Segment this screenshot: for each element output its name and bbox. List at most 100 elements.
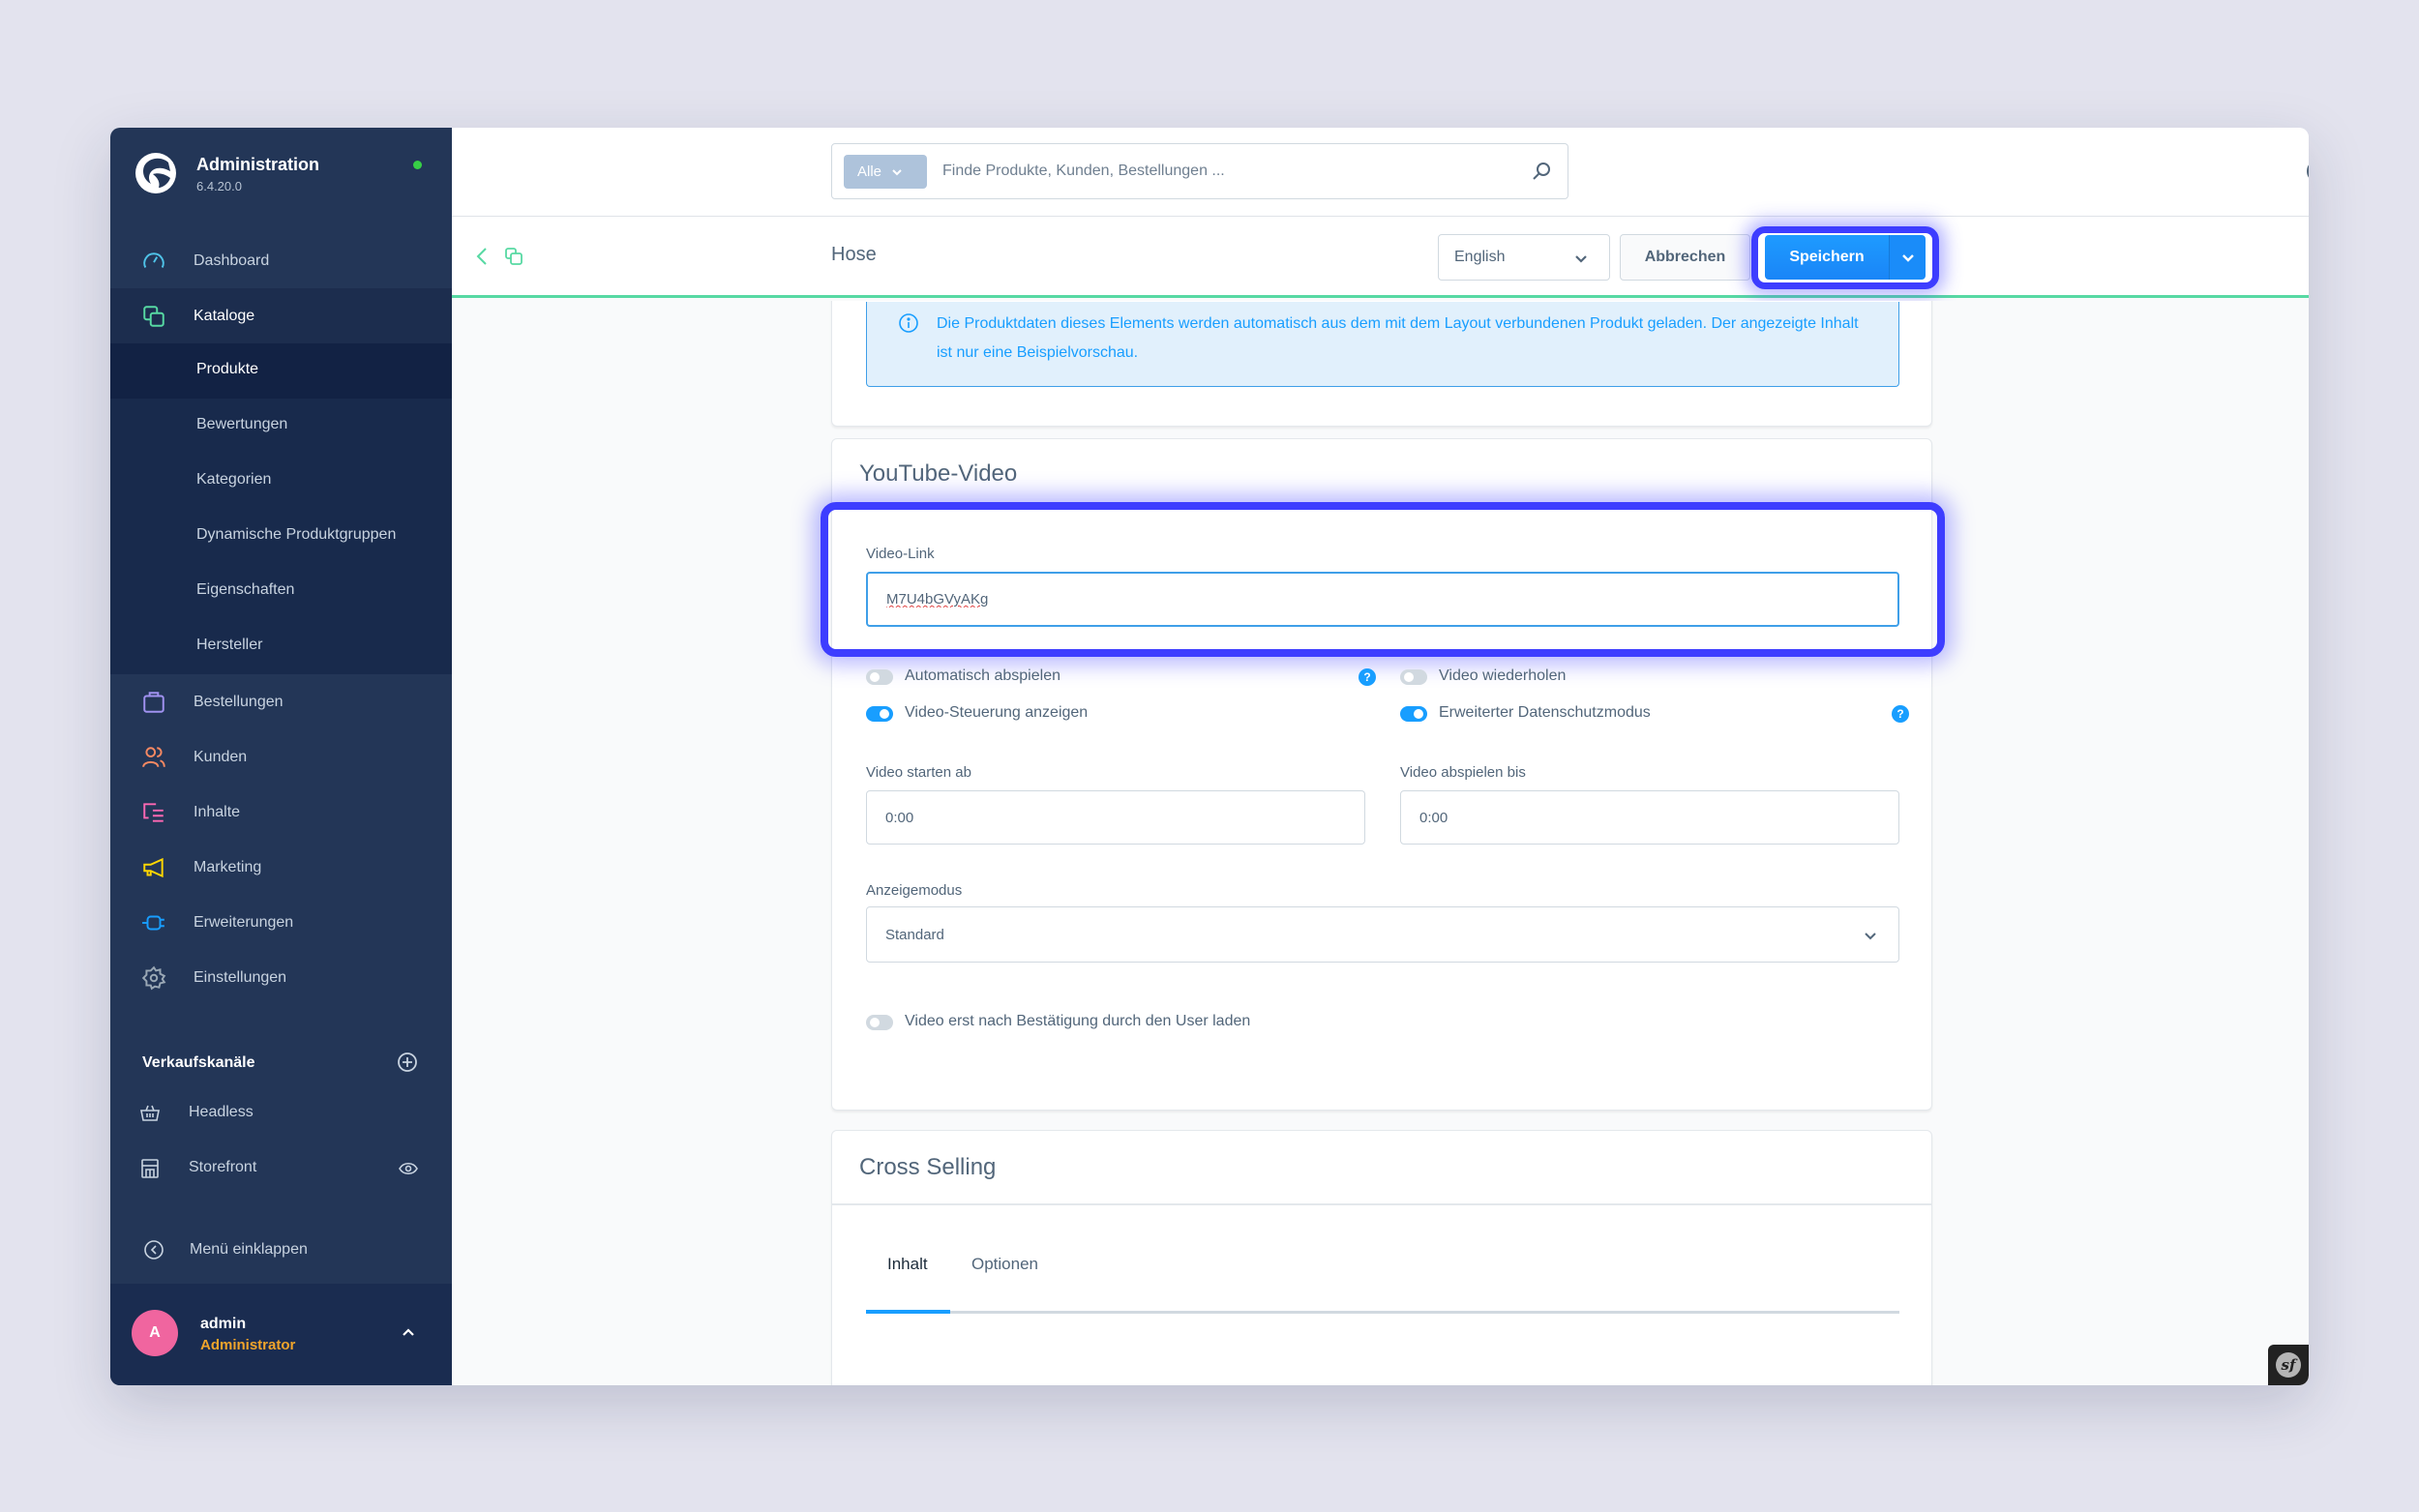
sidebar-subitem-label: Hersteller xyxy=(196,637,263,653)
loop-switch[interactable] xyxy=(1400,669,1427,685)
sidebar-subitem-eigenschaften[interactable]: Eigenschaften xyxy=(110,564,452,619)
content-area[interactable]: Die Produktdaten dieses Elements werden … xyxy=(452,301,2309,1385)
language-value: English xyxy=(1454,249,1506,265)
divider xyxy=(832,1203,1931,1205)
show-controls-label: Video-Steuerung anzeigen xyxy=(905,704,1089,721)
avatar: A xyxy=(132,1310,178,1356)
display-mode-label: Anzeigemodus xyxy=(866,882,963,899)
sidebar-subitem-dynamische-produktgruppen[interactable]: Dynamische Produktgruppen xyxy=(110,509,452,564)
collapse-menu-button[interactable]: Menü einklappen xyxy=(110,1230,452,1269)
sidebar-item-einstellungen[interactable]: Einstellungen xyxy=(110,950,452,1005)
shopware-logo-icon[interactable] xyxy=(134,151,178,195)
sales-channel-storefront[interactable]: Storefront xyxy=(110,1145,452,1194)
card-title: Cross Selling xyxy=(859,1154,997,1180)
sidebar-item-marketing[interactable]: Marketing xyxy=(110,840,452,895)
end-label: Video abspielen bis xyxy=(1400,764,1526,781)
sidebar-item-kunden[interactable]: Kunden xyxy=(110,729,452,785)
end-time-input[interactable] xyxy=(1400,790,1899,845)
sidebar-item-label: Marketing xyxy=(194,858,262,875)
chevron-up-icon[interactable] xyxy=(401,1324,416,1340)
app-version: 6.4.20.0 xyxy=(196,179,242,193)
info-icon xyxy=(899,313,918,333)
sidebar-subitem-bewertungen[interactable]: Bewertungen xyxy=(110,399,452,454)
sidebar-item-label: Einstellungen xyxy=(194,968,287,986)
status-indicator xyxy=(413,161,422,169)
user-menu[interactable]: A admin Administrator xyxy=(110,1284,452,1385)
shopping-bag-icon xyxy=(143,691,164,713)
catalog-icon xyxy=(143,305,164,327)
tab-track xyxy=(866,1311,1899,1314)
confirm-load-label: Video erst nach Bestätigung durch den Us… xyxy=(905,1013,1251,1029)
search-type-select[interactable]: Alle xyxy=(844,155,927,189)
sidebar-item-erweiterungen[interactable]: Erweiterungen xyxy=(110,895,452,950)
megaphone-icon xyxy=(143,857,164,877)
save-options-button[interactable] xyxy=(1889,235,1926,280)
sidebar-subitem-label: Dynamische Produktgruppen xyxy=(196,526,397,543)
search-type-label: Alle xyxy=(857,163,882,180)
user-name: admin xyxy=(200,1316,247,1332)
help-icon[interactable]: ? xyxy=(1359,668,1376,686)
display-mode-select[interactable]: Standard xyxy=(866,906,1899,963)
save-button[interactable]: Speichern xyxy=(1765,235,1889,280)
page-title: Hose xyxy=(831,244,877,265)
sidebar-subitem-produkte[interactable]: Produkte xyxy=(110,343,452,399)
sidebar-subitem-label: Eigenschaften xyxy=(196,581,295,598)
back-chevron-icon[interactable] xyxy=(475,246,489,267)
sales-channel-headless[interactable]: Headless xyxy=(110,1090,452,1139)
confirm-load-switch[interactable] xyxy=(866,1015,893,1030)
display-mode-value: Standard xyxy=(885,926,944,943)
tab-inhalt[interactable]: Inhalt xyxy=(887,1255,928,1274)
app-title: Administration xyxy=(196,155,320,174)
show-controls-switch[interactable] xyxy=(866,706,893,722)
start-label: Video starten ab xyxy=(866,764,971,781)
symfony-toolbar-button[interactable]: sf xyxy=(2268,1345,2309,1385)
global-search: Alle xyxy=(831,143,1568,199)
gear-icon xyxy=(141,965,166,990)
sales-channel-label: Storefront xyxy=(189,1159,257,1175)
loop-label: Video wiederholen xyxy=(1439,667,1567,684)
user-role: Administrator xyxy=(200,1337,296,1353)
sidebar-header: Administration 6.4.20.0 xyxy=(110,128,452,220)
admin-window: Administration 6.4.20.0 Dashboard Katalo… xyxy=(110,128,2309,1385)
add-sales-channel-icon[interactable] xyxy=(397,1052,418,1073)
sidebar-item-label: Erweiterungen xyxy=(194,913,294,931)
sidebar-item-label: Bestellungen xyxy=(194,693,284,710)
language-select[interactable]: English xyxy=(1438,234,1610,281)
sidebar-item-kataloge[interactable]: Kataloge xyxy=(110,288,452,343)
storefront-icon xyxy=(141,1159,159,1178)
users-icon xyxy=(142,746,165,767)
autoplay-label: Automatisch abspielen xyxy=(905,667,1060,684)
sidebar: Administration 6.4.20.0 Dashboard Katalo… xyxy=(110,128,452,1385)
sidebar-subitem-hersteller[interactable]: Hersteller xyxy=(110,619,452,674)
sidebar-subitem-kategorien[interactable]: Kategorien xyxy=(110,454,452,509)
product-data-card: Die Produktdaten dieses Elements werden … xyxy=(831,301,1932,427)
chevron-down-icon xyxy=(1865,933,1876,940)
chevron-left-circle-icon xyxy=(144,1240,164,1260)
start-time-input[interactable] xyxy=(866,790,1365,845)
cancel-button[interactable]: Abbrechen xyxy=(1620,234,1750,281)
sales-channel-label: Headless xyxy=(189,1104,254,1120)
eye-icon[interactable] xyxy=(399,1161,418,1176)
video-link-label: Video-Link xyxy=(866,546,935,562)
sidebar-subitem-label: Produkte xyxy=(196,361,259,377)
youtube-video-card: YouTube-Video Video-Link Automatisch abs… xyxy=(821,438,1945,1111)
cross-selling-card: Cross Selling Inhalt Optionen xyxy=(831,1130,1932,1385)
sidebar-item-label: Dashboard xyxy=(194,252,270,269)
help-icon[interactable]: ? xyxy=(2306,159,2309,184)
privacy-mode-switch[interactable] xyxy=(1400,706,1427,722)
chevron-down-icon xyxy=(1901,254,1914,262)
search-icon[interactable] xyxy=(1531,161,1552,182)
collapse-menu-label: Menü einklappen xyxy=(190,1241,308,1258)
plug-icon xyxy=(142,915,164,930)
content-icon xyxy=(143,802,164,822)
sidebar-subitem-label: Bewertungen xyxy=(196,416,288,432)
sidebar-item-dashboard[interactable]: Dashboard xyxy=(110,233,452,288)
active-tab-indicator xyxy=(866,1310,950,1314)
help-icon[interactable]: ? xyxy=(1892,705,1909,723)
search-input[interactable] xyxy=(942,144,1504,198)
tab-optionen[interactable]: Optionen xyxy=(971,1255,1038,1274)
sidebar-item-bestellungen[interactable]: Bestellungen xyxy=(110,674,452,729)
autoplay-switch[interactable] xyxy=(866,669,893,685)
video-link-input[interactable] xyxy=(866,572,1899,627)
sidebar-item-inhalte[interactable]: Inhalte xyxy=(110,785,452,840)
